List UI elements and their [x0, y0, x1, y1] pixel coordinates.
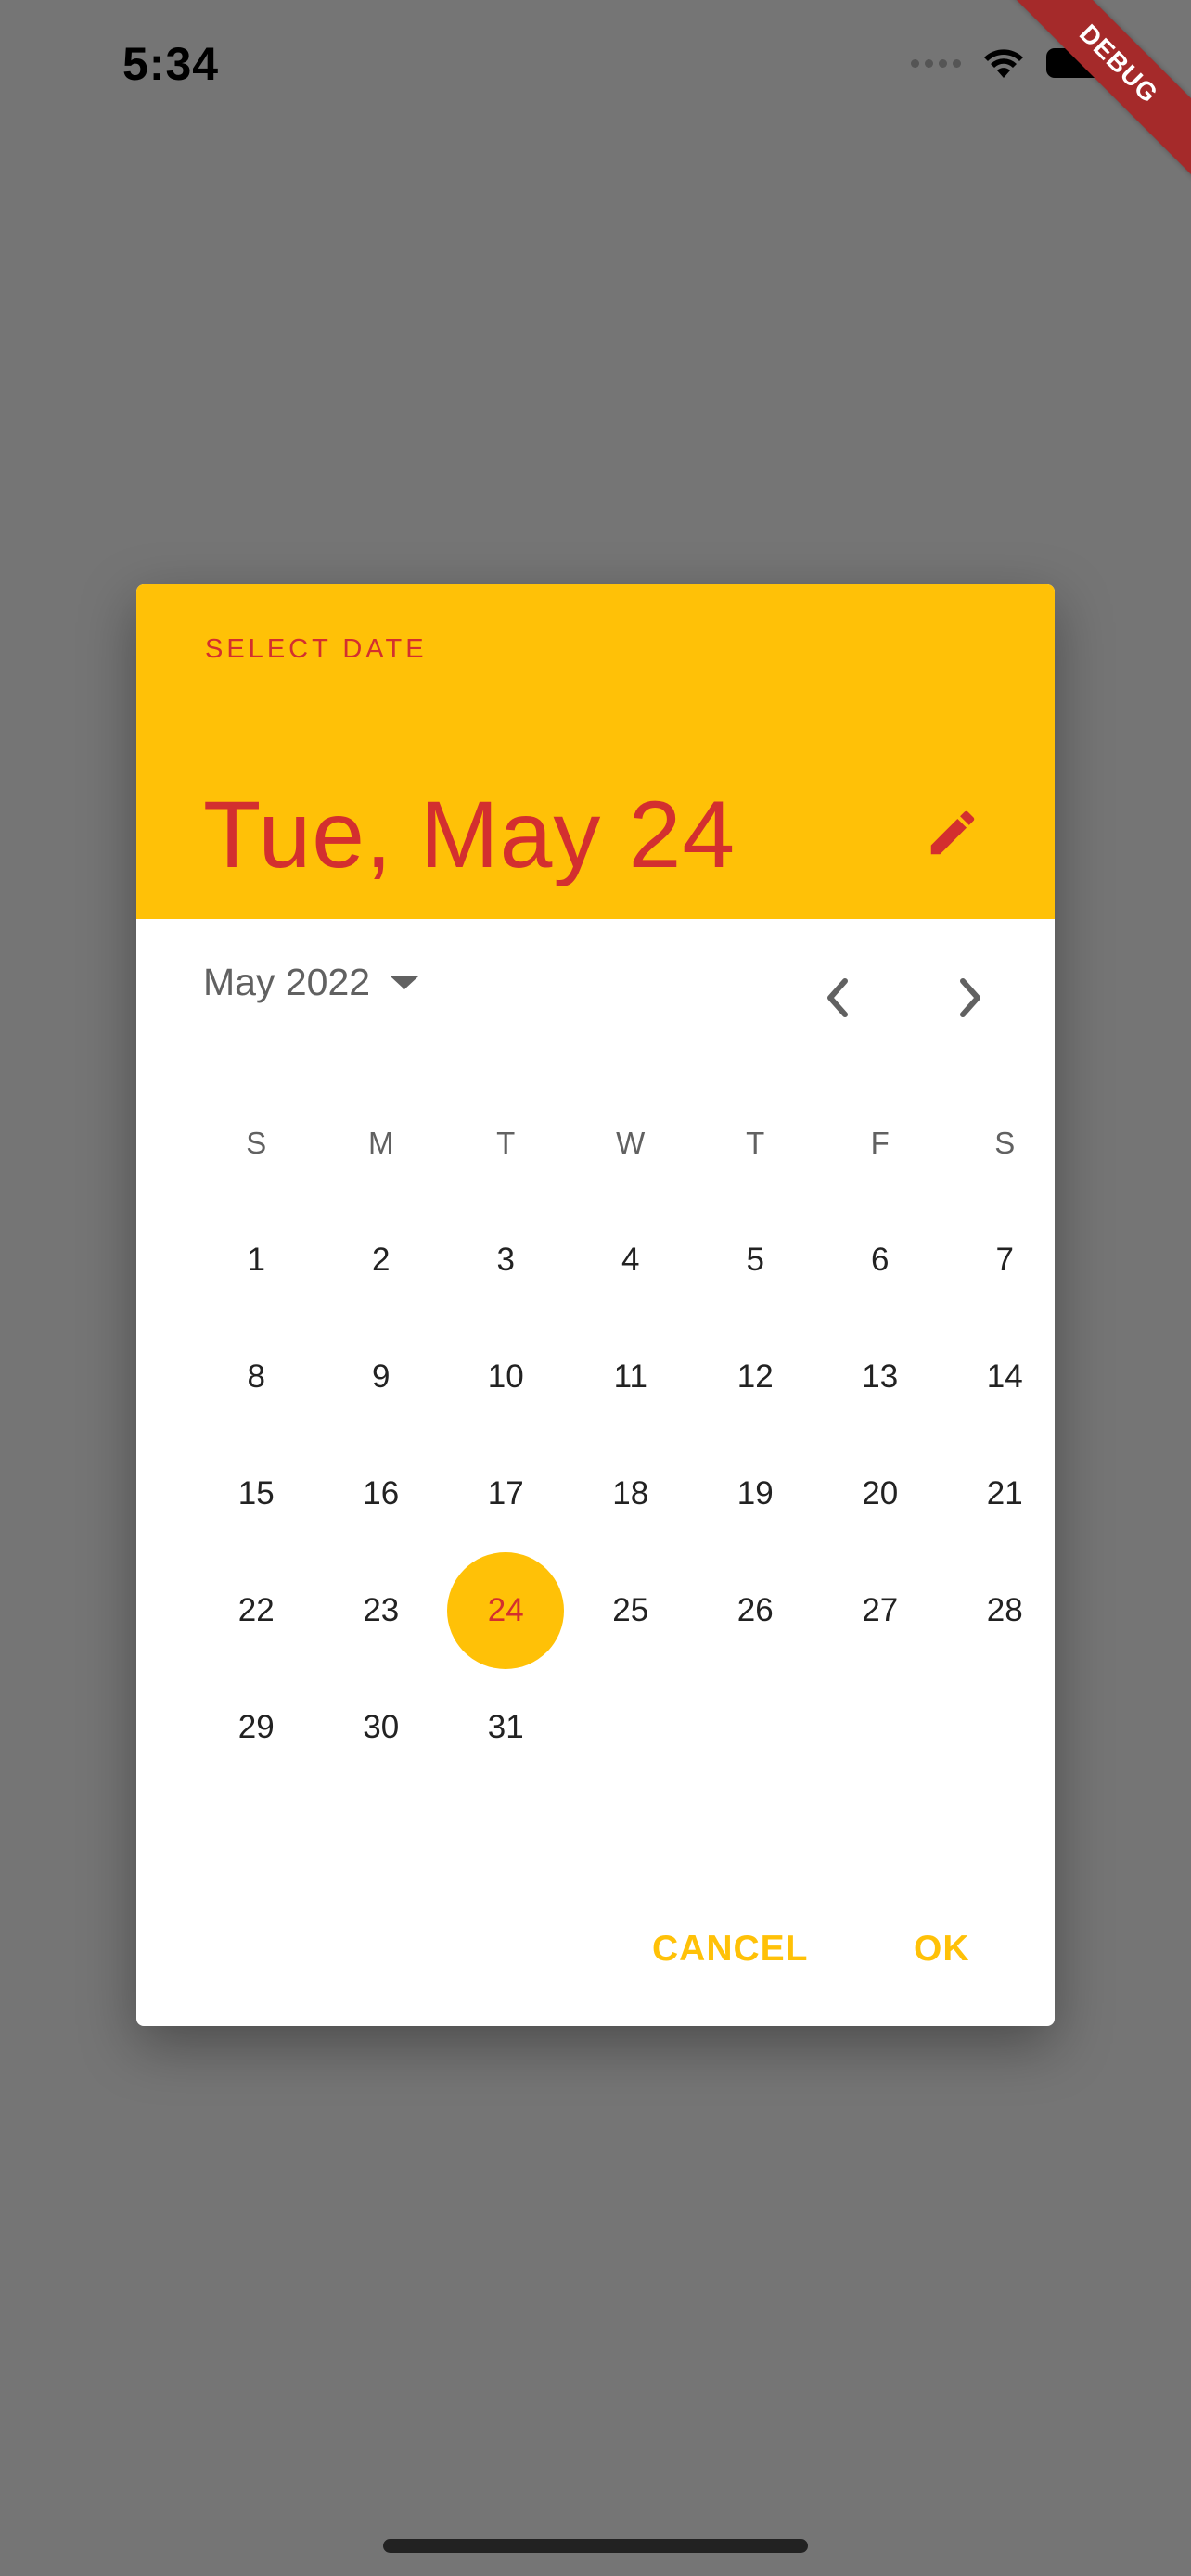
month-selector-row: May 2022 — [136, 919, 1055, 1058]
calendar-day[interactable]: 20 — [818, 1435, 943, 1552]
weekday-label: M — [368, 1126, 394, 1160]
calendar-day[interactable]: 27 — [818, 1552, 943, 1669]
calendar-day[interactable]: 11 — [569, 1319, 694, 1435]
home-indicator[interactable] — [383, 2539, 808, 2553]
status-time: 5:34 — [122, 38, 220, 90]
calendar-day[interactable]: 30 — [319, 1669, 444, 1786]
dialog-header: SELECT DATE Tue, May 24 — [136, 584, 1055, 919]
calendar-day[interactable]: 6 — [818, 1202, 943, 1319]
dropdown-arrow-icon — [391, 976, 419, 989]
edit-input-mode-button[interactable] — [916, 796, 990, 870]
weekday-label: W — [616, 1126, 646, 1160]
calendar-day[interactable]: 21 — [942, 1435, 1055, 1552]
calendar-day[interactable]: 8 — [194, 1319, 319, 1435]
calendar-day[interactable]: 4 — [569, 1202, 694, 1319]
pencil-icon — [930, 810, 975, 855]
status-bar: 5:34 — [0, 0, 1191, 139]
calendar-day[interactable]: 14 — [942, 1319, 1055, 1435]
calendar-day[interactable]: 22 — [194, 1552, 319, 1669]
date-picker-dialog: SELECT DATE Tue, May 24 May 2022 S M T W… — [136, 584, 1055, 2026]
dialog-actions: CANCEL OK — [136, 1903, 1055, 1996]
next-month-button[interactable] — [934, 961, 1008, 1035]
calendar-day[interactable]: 25 — [569, 1552, 694, 1669]
calendar-day[interactable]: 10 — [443, 1319, 569, 1435]
calendar-day[interactable]: 31 — [443, 1669, 569, 1786]
chevron-right-icon — [960, 978, 980, 1017]
calendar-day[interactable]: 15 — [194, 1435, 319, 1552]
calendar-day[interactable]: 29 — [194, 1669, 319, 1786]
calendar-day-selected[interactable]: 24 — [443, 1552, 569, 1669]
previous-month-button[interactable] — [800, 961, 874, 1035]
month-year-dropdown[interactable]: May 2022 — [203, 961, 420, 1004]
weekday-label: F — [870, 1126, 890, 1160]
month-year-label: May 2022 — [203, 961, 371, 1003]
weekday-header-row: S M T W T F S — [194, 1085, 1055, 1202]
calendar-day[interactable]: 19 — [693, 1435, 818, 1552]
calendar-day[interactable]: 23 — [319, 1552, 444, 1669]
calendar-day[interactable]: 2 — [319, 1202, 444, 1319]
cancel-button[interactable]: CANCEL — [635, 1912, 826, 1986]
calendar-day[interactable]: 3 — [443, 1202, 569, 1319]
header-help-text: SELECT DATE — [205, 634, 428, 664]
calendar-day[interactable]: 12 — [693, 1319, 818, 1435]
calendar-day[interactable]: 16 — [319, 1435, 444, 1552]
weekday-label: S — [994, 1126, 1016, 1160]
wifi-icon — [981, 46, 1026, 80]
calendar-day[interactable]: 7 — [942, 1202, 1055, 1319]
calendar-day[interactable]: 18 — [569, 1435, 694, 1552]
calendar-day[interactable]: 1 — [194, 1202, 319, 1319]
calendar-day[interactable]: 5 — [693, 1202, 818, 1319]
calendar-day[interactable]: 13 — [818, 1319, 943, 1435]
calendar-day-grid: 1 2 3 4 5 6 7 8 9 10 11 12 13 14 15 16 1… — [194, 1202, 1055, 1786]
ok-button[interactable]: OK — [897, 1912, 987, 1986]
selected-date-title: Tue, May 24 — [203, 782, 736, 887]
calendar-day[interactable]: 17 — [443, 1435, 569, 1552]
calendar-day[interactable]: 26 — [693, 1552, 818, 1669]
calendar-day[interactable]: 9 — [319, 1319, 444, 1435]
chevron-left-icon — [827, 978, 848, 1017]
weekday-label: T — [496, 1126, 516, 1160]
cellular-signal-icon — [911, 58, 961, 68]
weekday-label: T — [746, 1126, 765, 1160]
calendar-day[interactable]: 28 — [942, 1552, 1055, 1669]
weekday-label: S — [246, 1126, 267, 1160]
